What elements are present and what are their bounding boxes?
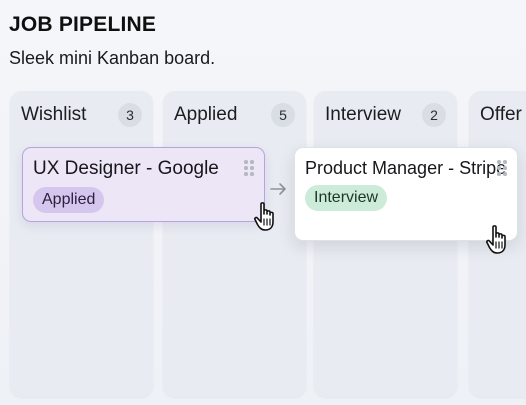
- column-title: Wishlist: [21, 104, 87, 125]
- card-title: UX Designer - Google: [33, 158, 219, 179]
- drag-handle-icon[interactable]: [244, 160, 254, 176]
- column-title: Offer: [480, 104, 522, 125]
- column-title: Applied: [174, 104, 238, 125]
- drag-handle-icon[interactable]: [497, 160, 507, 176]
- status-tag-applied: Applied: [33, 187, 105, 213]
- arrow-right-icon: [270, 183, 286, 195]
- card-title: Product Manager - Stripe: [305, 158, 507, 178]
- page-title: JOB PIPELINE: [9, 13, 157, 36]
- column-count-badge: 5: [271, 103, 295, 127]
- column-interview[interactable]: Interview 2: [314, 91, 457, 397]
- column-title: Interview: [325, 104, 402, 125]
- job-card-ux-designer[interactable]: UX Designer - Google Applied: [22, 147, 265, 222]
- column-count-badge: 2: [422, 103, 446, 127]
- status-tag-interview: Interview: [305, 185, 388, 211]
- column-wishlist[interactable]: Wishlist 3: [10, 91, 153, 397]
- column-count-badge: 3: [118, 103, 142, 127]
- page-subtitle: Sleek mini Kanban board.: [9, 48, 216, 68]
- hand-pointer-icon: [254, 202, 274, 231]
- hand-pointer-icon: [486, 225, 506, 254]
- column-applied[interactable]: Applied 5: [163, 91, 306, 397]
